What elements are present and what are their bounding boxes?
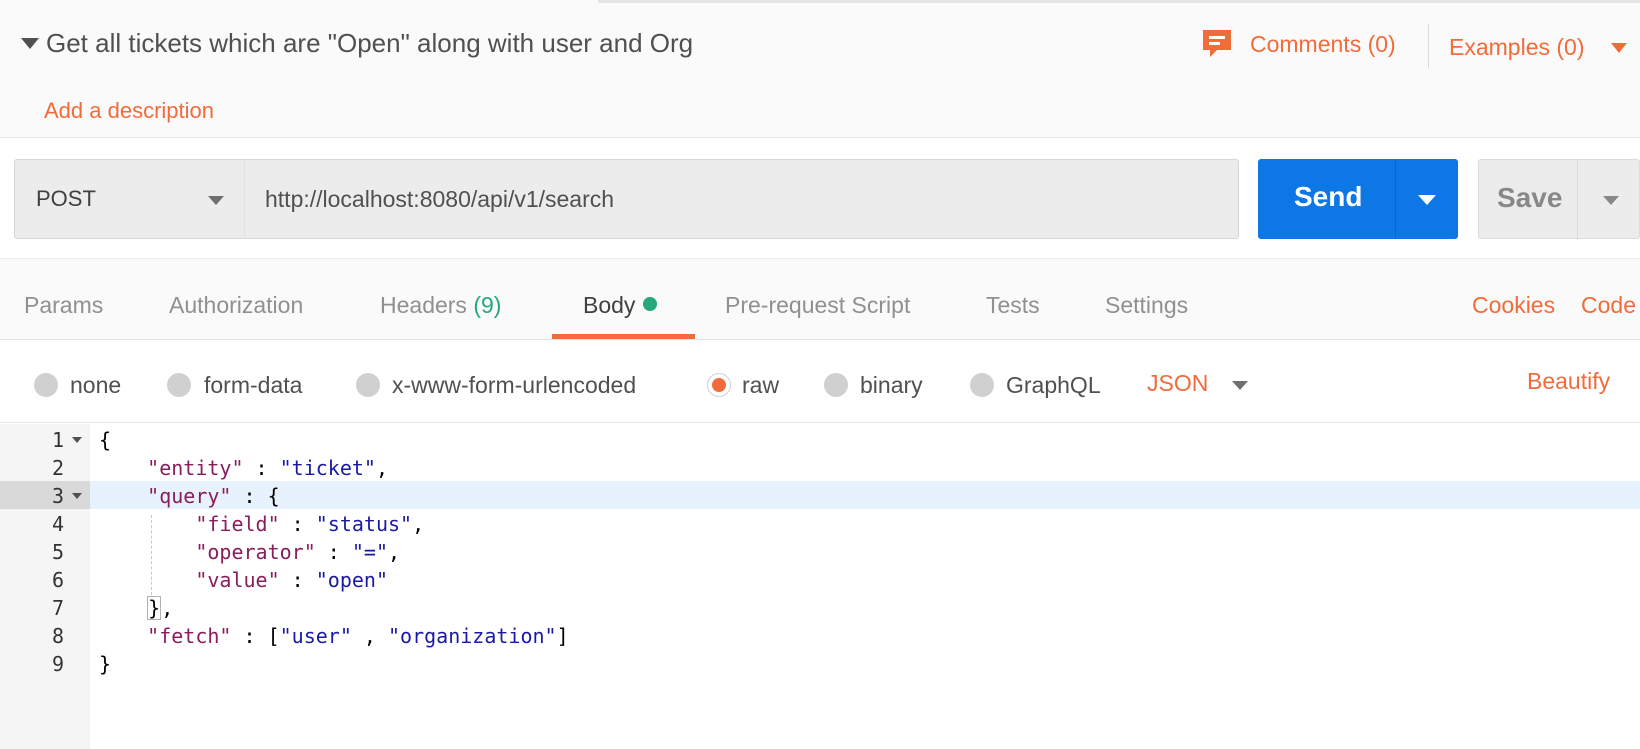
code-line-8: "fetch" : ["user" , "organization"] xyxy=(147,624,569,648)
format-chevron-down-icon[interactable] xyxy=(1232,381,1248,390)
headers-count-badge: (9) xyxy=(473,292,502,318)
line-number: 4 xyxy=(51,512,64,536)
matched-bracket: } xyxy=(147,596,162,620)
fold-toggle-icon[interactable] xyxy=(72,437,82,443)
radio-raw[interactable] xyxy=(707,373,731,397)
line-number: 6 xyxy=(51,568,64,592)
code-line-1: { xyxy=(99,428,112,452)
line-number: 5 xyxy=(51,540,64,564)
tab-headers[interactable]: Headers (9) xyxy=(380,292,501,319)
code-line-3: "query" : { xyxy=(147,484,280,508)
radio-urlencoded[interactable] xyxy=(356,373,380,397)
line-number: 1 xyxy=(51,428,64,452)
format-select[interactable]: JSON xyxy=(1147,370,1208,397)
header-divider xyxy=(1428,24,1429,68)
line-number: 3 xyxy=(51,484,64,508)
comments-link[interactable]: Comments (0) xyxy=(1250,31,1396,58)
code-link[interactable]: Code xyxy=(1581,292,1636,319)
fold-toggle-icon[interactable] xyxy=(72,493,82,499)
radio-graphql-label[interactable]: GraphQL xyxy=(1006,372,1101,399)
method-chevron-down-icon xyxy=(208,196,224,205)
examples-chevron-down-icon[interactable] xyxy=(1611,43,1627,53)
save-options-chevron-icon[interactable] xyxy=(1603,196,1619,205)
line-number: 9 xyxy=(51,652,64,676)
radio-binary-label[interactable]: binary xyxy=(860,372,923,399)
save-button[interactable]: Save xyxy=(1478,159,1640,240)
active-tab-indicator xyxy=(552,334,695,339)
body-type-bar: none form-data x-www-form-urlencoded raw… xyxy=(0,341,1640,423)
send-options-chevron-icon[interactable] xyxy=(1418,195,1436,205)
save-label: Save xyxy=(1497,182,1563,213)
send-label: Send xyxy=(1294,181,1363,212)
add-description-link[interactable]: Add a description xyxy=(44,98,214,124)
body-status-dot-icon xyxy=(643,297,658,311)
send-button[interactable]: Send xyxy=(1258,159,1458,239)
line-number: 8 xyxy=(51,624,64,648)
radio-binary[interactable] xyxy=(824,373,848,397)
radio-form-data-label[interactable]: form-data xyxy=(204,372,302,399)
tab-body-label: Body xyxy=(583,292,636,318)
code-line-6: "value" : "open" xyxy=(195,568,388,592)
tab-params[interactable]: Params xyxy=(24,292,103,319)
send-divider xyxy=(1395,159,1396,239)
tab-settings[interactable]: Settings xyxy=(1105,292,1188,319)
code-line-4: "field" : "status", xyxy=(195,512,425,536)
code-line-5: "operator" : "=", xyxy=(195,540,401,564)
code-line-7: }, xyxy=(147,596,174,620)
beautify-link[interactable]: Beautify xyxy=(1527,368,1610,395)
request-title[interactable]: Get all tickets which are "Open" along w… xyxy=(46,28,693,59)
save-divider xyxy=(1577,160,1578,240)
radio-form-data[interactable] xyxy=(167,373,191,397)
tab-tests[interactable]: Tests xyxy=(986,292,1040,319)
code-line-2: "entity" : "ticket", xyxy=(147,456,388,480)
comment-icon[interactable] xyxy=(1201,28,1233,60)
tab-authorization[interactable]: Authorization xyxy=(169,292,303,319)
line-number: 7 xyxy=(51,596,64,620)
method-select[interactable]: POST xyxy=(14,159,245,239)
url-input[interactable]: http://localhost:8080/api/v1/search xyxy=(244,159,1239,239)
top-accent-bar xyxy=(598,0,1640,3)
radio-urlencoded-label[interactable]: x-www-form-urlencoded xyxy=(392,372,636,399)
method-label: POST xyxy=(36,186,96,211)
tab-headers-label: Headers xyxy=(380,292,467,318)
request-header: Get all tickets which are "Open" along w… xyxy=(0,0,1640,138)
radio-none[interactable] xyxy=(34,373,58,397)
tab-body[interactable]: Body xyxy=(583,292,658,319)
radio-raw-label[interactable]: raw xyxy=(742,372,779,399)
tab-pre-request-script[interactable]: Pre-request Script xyxy=(725,292,910,319)
cookies-link[interactable]: Cookies xyxy=(1472,292,1555,319)
code-line-9: } xyxy=(99,652,112,676)
url-text: http://localhost:8080/api/v1/search xyxy=(265,186,615,212)
radio-graphql[interactable] xyxy=(970,373,994,397)
active-line-highlight xyxy=(90,481,1640,509)
radio-none-label[interactable]: none xyxy=(70,372,121,399)
line-number: 2 xyxy=(51,456,64,480)
collapse-caret-icon[interactable] xyxy=(21,38,39,49)
code-editor[interactable]: 1 2 3 4 5 6 7 8 9 { "entity" : "ticket",… xyxy=(0,424,1640,749)
examples-link[interactable]: Examples (0) xyxy=(1449,34,1584,61)
